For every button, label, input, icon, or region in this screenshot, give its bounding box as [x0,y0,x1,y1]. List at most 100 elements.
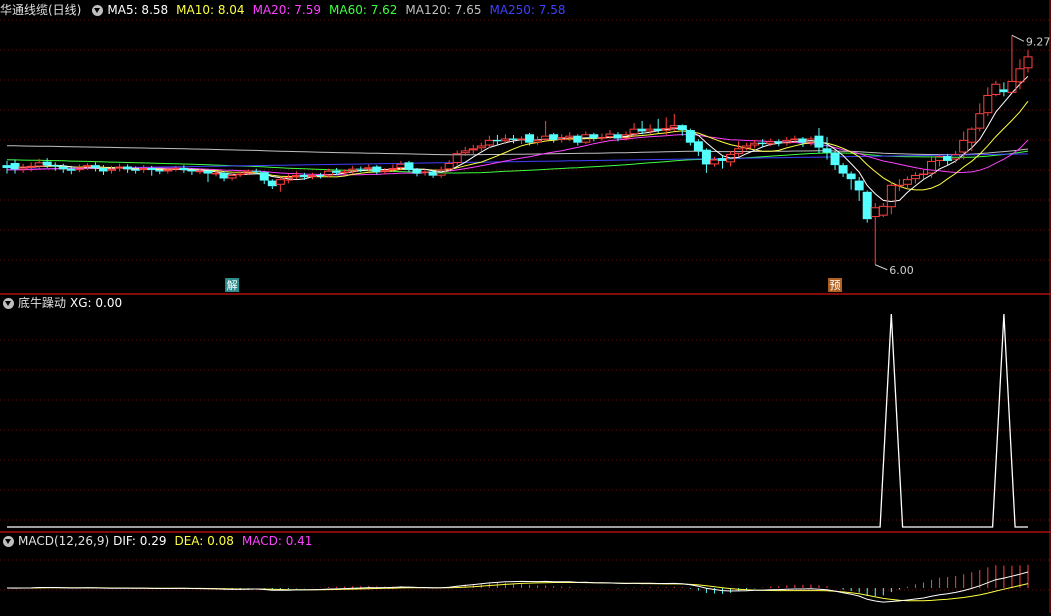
candle-body [653,128,663,131]
candle-body [709,159,719,165]
low-label-leader [875,264,888,271]
candle [533,136,543,145]
candle [838,163,848,178]
candle [58,163,68,173]
candle [894,179,904,192]
candle [267,179,277,189]
candle [468,144,478,154]
candle [814,127,824,154]
xg-indicators: XG: 0.00 [70,295,130,311]
main-indicator-0: MA5: 8.58 [107,3,169,17]
main-indicator-1: MA10: 8.04 [176,3,245,17]
candle-body [541,135,551,140]
candle-body [372,166,382,173]
chevron-down-icon[interactable] [3,535,14,547]
ma250-line [6,153,1029,170]
candle [123,164,133,173]
candle [886,181,896,215]
macd-indicators: DIF: 0.29 DEA: 0.08 MACD: 0.41 [113,533,320,549]
candle-body [573,135,583,143]
main-indicator-2: MA20: 7.59 [252,3,321,17]
candle [910,172,920,184]
candle-body [669,125,679,128]
chevron-down-icon[interactable] [92,4,104,16]
candle-body [428,171,438,176]
candle [573,134,583,146]
candle-body [131,169,141,171]
main-indicators: MA5: 8.58 MA10: 8.04 MA20: 7.59 MA60: 7.62 M… [107,2,573,18]
candle-body [525,134,535,143]
candle-body [645,128,655,132]
candle-body [340,171,350,173]
candle-body [693,141,703,152]
candle-body [886,184,896,208]
candle [677,124,687,136]
candle-body [34,162,44,167]
candle-body [251,170,261,172]
candle [774,139,784,147]
event-tag-label: 预 [830,279,841,292]
high-label: 9.27 [1026,35,1051,48]
candle-body [275,179,285,185]
candle-body [492,139,502,142]
candle-body [195,170,205,173]
candle [637,120,647,135]
candle-body [870,207,880,218]
candle-body [444,163,454,170]
candle [1023,50,1033,73]
candle [549,132,559,143]
candle-body [404,162,414,171]
main-panel-header: 华通线缆(日线) MA5: 8.58 MA10: 8.04 MA20: 7.59 MA… [0,2,574,18]
candle-body [533,139,543,143]
candle [1007,35,1017,93]
candle-body [975,113,985,129]
candle-body [50,165,60,167]
candle-body [589,134,599,139]
candle-body [927,160,937,174]
candle [203,169,213,182]
stock-chart[interactable]: 9.27 6.00 解预 华通线缆(日线) MA5: 8.58 MA10: 8.04 M… [0,0,1051,613]
main-indicator-5: MA250: 7.58 [489,3,566,17]
candle-body [878,205,888,216]
candle [219,171,229,182]
macd-indicator-1: DEA: 0.08 [174,534,234,548]
candle-body [98,167,108,172]
candle [991,80,1001,97]
candle [927,157,937,178]
candle-body [983,94,993,114]
chevron-down-icon[interactable] [3,297,14,309]
candle [50,162,60,171]
candle-body [846,173,856,180]
macd-indicator-2: MACD: 0.41 [241,534,313,548]
candle-body [2,165,12,168]
candle-body [211,172,221,175]
candle-body [854,180,864,191]
candle-body [862,191,872,220]
candle [316,172,326,179]
candle-body [155,170,165,172]
candle-body [742,145,752,149]
candle-body [718,158,728,161]
candle-body [82,165,92,168]
candle [259,171,269,185]
candle-body [364,167,374,170]
candle-body [123,166,133,170]
candle-body [999,89,1009,93]
candle-body [42,161,52,166]
candle [372,165,382,175]
candle [452,150,462,166]
candle [902,176,912,189]
candle [782,137,792,146]
candle-body [565,135,575,139]
candle [18,163,28,173]
candle-body [613,134,623,139]
candle [983,87,993,117]
candle-body [790,138,800,140]
candle [854,177,864,201]
candle-body [894,184,904,187]
candle-body [822,148,832,153]
candle-body [171,167,181,170]
candle-body [508,138,518,140]
candle-body [420,171,430,173]
candle-body [316,174,326,176]
